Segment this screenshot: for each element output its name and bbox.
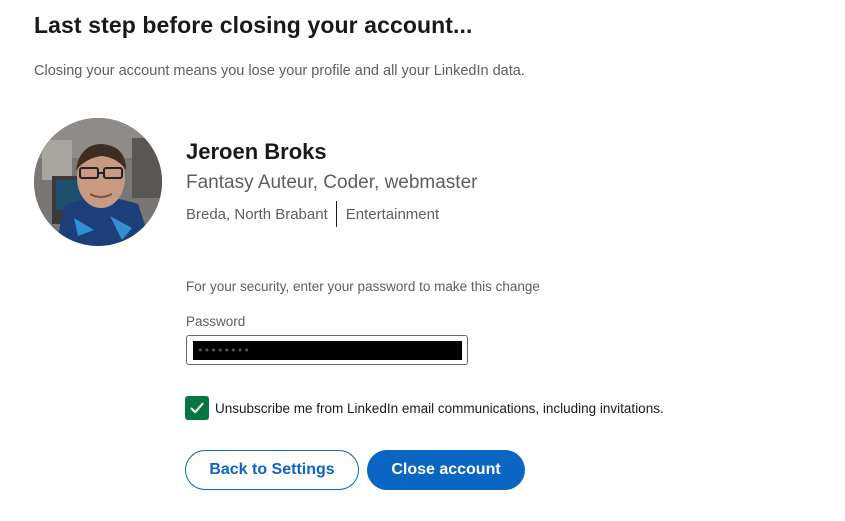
password-field[interactable]: [193, 341, 462, 360]
password-label: Password: [186, 314, 246, 329]
password-field-container[interactable]: [186, 335, 468, 365]
profile-photo-icon: [34, 118, 162, 246]
security-note: For your security, enter your password t…: [186, 279, 540, 294]
profile-location: Breda, North Brabant: [186, 205, 328, 223]
close-account-page: Last step before closing your account...…: [0, 0, 845, 521]
profile-name: Jeroen Broks: [186, 139, 327, 164]
page-subtitle: Closing your account means you lose your…: [34, 63, 525, 79]
profile-meta: Breda, North Brabant Entertainment: [186, 201, 439, 227]
unsubscribe-checkbox[interactable]: [185, 396, 209, 420]
close-account-button[interactable]: Close account: [367, 450, 525, 490]
page-title: Last step before closing your account...: [34, 12, 473, 38]
profile-headline: Fantasy Auteur, Coder, webmaster: [186, 172, 478, 193]
meta-divider: [335, 201, 337, 227]
unsubscribe-label[interactable]: Unsubscribe me from LinkedIn email commu…: [215, 401, 664, 416]
back-to-settings-button[interactable]: Back to Settings: [185, 450, 359, 490]
unsubscribe-option[interactable]: Unsubscribe me from LinkedIn email commu…: [185, 396, 664, 420]
profile-industry: Entertainment: [345, 205, 440, 223]
avatar: [34, 118, 162, 246]
checkmark-icon: [190, 402, 204, 414]
